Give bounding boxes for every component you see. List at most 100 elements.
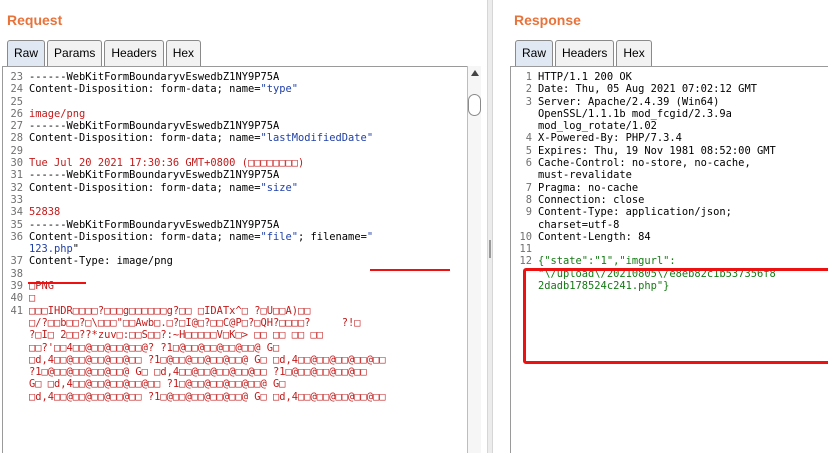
code-token: □/?□□b□□?□\□□□"□□Awb□.□?□I@□?□□C@P□?□QH?…	[29, 316, 361, 329]
code-token: 123.php	[29, 243, 73, 256]
request-tabs: Raw Params Headers Hex	[7, 40, 203, 66]
code-token: □d,4□□@□□@□□@□□@□□ ?1□@□□@□□@□□@□□@ G□ □…	[29, 390, 386, 403]
code-token: Connection: close	[538, 193, 645, 206]
code-token: "size"	[260, 181, 299, 194]
line-code: Content-Disposition: form-data; name="ty…	[29, 83, 298, 95]
line-code: Date: Thu, 05 Aug 2021 07:02:12 GMT	[538, 83, 757, 95]
code-token: {"state":	[538, 255, 595, 268]
line-code: Connection: close	[538, 194, 644, 206]
line-code: ------WebKitFormBoundaryvEswedbZ1NY9P75A	[29, 219, 279, 231]
line-number: 26	[10, 107, 23, 120]
response-title: Response	[514, 12, 581, 28]
line-number: 6	[525, 157, 532, 170]
line-number: 1	[525, 71, 532, 83]
line-number: 30	[10, 157, 23, 170]
tab-hex[interactable]: Hex	[616, 40, 652, 66]
line-code: ?□I□ 2□□??*zuv□:□□S□□?:~H□□□□□V□K□> □□ □…	[29, 329, 323, 341]
line-number: 10	[519, 230, 532, 243]
line-code: Content-Disposition: form-data; name="si…	[29, 182, 298, 194]
code-token: HTTP/1.1 200 OK	[538, 71, 632, 83]
line-code: Pragma: no-cache	[538, 182, 638, 194]
code-token: Content-Type: application/json;	[538, 206, 732, 219]
line-number: 2	[525, 83, 532, 96]
code-token: Server: Apache/2.4.39 (Win64)	[538, 95, 720, 108]
line-number: 8	[525, 193, 532, 206]
line-number: 3	[525, 95, 532, 108]
line-number: 12	[519, 255, 532, 268]
line-code: □d,4□□@□□@□□@□□@□□ ?1□@□□@□□@□□@□□@ G□ □…	[29, 354, 386, 366]
code-token: ?1□@□□@□□@□□@□□@ G□ □d,4□□@□□@□□@□□@□□ ?…	[29, 366, 367, 379]
line-code: HTTP/1.1 200 OK	[538, 71, 632, 83]
response-editor[interactable]: 1 HTTP/1.1 200 OK 2 Date: Thu, 05 Aug 2021 …	[510, 66, 828, 453]
line-code: OpenSSL/1.1.1b mod_fcgid/2.3.9a	[538, 108, 732, 120]
line-code: image/png	[29, 108, 85, 120]
code-token: Content-Type: image/png	[29, 255, 173, 268]
highlight-box	[523, 268, 828, 364]
line-code: □	[29, 292, 35, 304]
line-code: Cache-Control: no-store, no-cache,	[538, 157, 751, 169]
line-code: 123.php"	[29, 243, 79, 255]
line-code: □□□IHDR□□□□?□□□g□□□□□□g?□□ □IDATx^□ ?□U□…	[29, 305, 311, 317]
line-code: Content-Disposition: form-data; name="fi…	[29, 231, 373, 243]
code-token: must-revalidate	[538, 169, 632, 182]
tab-raw[interactable]: Raw	[7, 40, 46, 66]
code-token: "file"	[260, 230, 299, 243]
line-code: □d,4□□@□□@□□@□□@□□ ?1□@□□@□□@□□@□□@ G□ □…	[29, 391, 386, 403]
tab-headers[interactable]: Headers	[555, 40, 615, 66]
line-code: Tue Jul 20 2021 17:30:36 GMT+0800 (□□□□□…	[29, 157, 304, 169]
line-code: X-Powered-By: PHP/7.3.4	[538, 132, 682, 144]
line-number: 5	[525, 144, 532, 157]
line-number: 38	[10, 267, 23, 280]
line-number: 27	[10, 120, 23, 133]
code-token: □	[29, 292, 36, 305]
line-number: 41	[10, 304, 23, 317]
code-token: □d,4□□@□□@□□@□□@□□ ?1□@□□@□□@□□@□□@ G□ □…	[29, 353, 386, 366]
request-editor[interactable]: 23 ------WebKitFormBoundaryvEswedbZ1NY9P7…	[2, 66, 468, 453]
line-number: 40	[10, 292, 23, 305]
line-number: 4	[525, 132, 532, 145]
code-token: ------WebKitFormBoundaryvEswedbZ1NY9P75A	[29, 120, 280, 133]
divider-grip[interactable]	[489, 240, 491, 258]
line-code: mod_log_rotate/1.02	[538, 120, 657, 132]
line-number: 32	[10, 181, 23, 194]
code-token: ,"imgurl":	[613, 255, 676, 268]
tab-raw[interactable]: Raw	[515, 40, 554, 66]
line-number: 35	[10, 218, 23, 231]
line-number: 36	[10, 230, 23, 243]
line-number: 24	[10, 83, 23, 96]
line-number: 34	[10, 206, 23, 219]
line-code: Server: Apache/2.4.39 (Win64)	[538, 96, 719, 108]
code-token: "type"	[260, 83, 299, 96]
line-number: 33	[10, 193, 23, 206]
code-token: "	[72, 243, 80, 256]
filename-underline	[370, 269, 450, 271]
code-token: ; filename=	[298, 230, 367, 243]
line-number: 29	[10, 144, 23, 157]
scroll-up-arrow-icon[interactable]	[471, 70, 479, 76]
line-code: ?1□@□□@□□@□□@□□@ G□ □d,4□□@□□@□□@□□@□□ ?…	[29, 366, 367, 378]
line-code: Content-Type: application/json;	[538, 206, 732, 218]
line-code: □/?□□b□□?□\□□□"□□Awb□.□?□I@□?□□C@P□?□QH?…	[29, 317, 361, 329]
code-token: ------WebKitFormBoundaryvEswedbZ1NY9P75A	[29, 218, 280, 231]
response-tabs: Raw Headers Hex	[515, 40, 654, 66]
line-code: ------WebKitFormBoundaryvEswedbZ1NY9P75A	[29, 71, 279, 83]
code-token: Cache-Control: no-store, no-cache,	[538, 157, 751, 170]
request-scrollbar[interactable]	[467, 66, 481, 453]
code-token: "1"	[594, 255, 614, 268]
code-token: Content-Disposition: form-data; name=	[29, 181, 261, 194]
scrollbar-thumb[interactable]	[468, 94, 481, 116]
tab-params[interactable]: Params	[47, 40, 103, 66]
code-token: charset=utf-8	[538, 218, 620, 231]
tab-hex[interactable]: Hex	[165, 40, 202, 66]
code-token: □□?'□□4□□@□□@□□@□□@? ?1□@□□@□□@□□@□□@ G□	[29, 341, 280, 354]
line-code: Content-Disposition: form-data; name="la…	[29, 132, 373, 144]
pane-divider[interactable]	[487, 0, 493, 453]
line-code: □□?'□□4□□@□□@□□@□□@? ?1□@□□@□□@□□@□□@ G□	[29, 342, 279, 354]
line-code: Expires: Thu, 19 Nov 1981 08:52:00 GMT	[538, 145, 776, 157]
line-number: 23	[10, 71, 23, 83]
tab-headers[interactable]: Headers	[104, 40, 164, 66]
line-code: Content-Length: 84	[538, 231, 651, 243]
code-token: mod_log_rotate/1.02	[538, 120, 657, 133]
code-token: Tue Jul 20 2021 17:30:36 GMT+0800 (□□□□□…	[29, 157, 305, 170]
code-token: G□ □d,4□□@□□@□□@□□@□□ ?1□@□□@□□@□□@□□@ G…	[29, 378, 286, 391]
